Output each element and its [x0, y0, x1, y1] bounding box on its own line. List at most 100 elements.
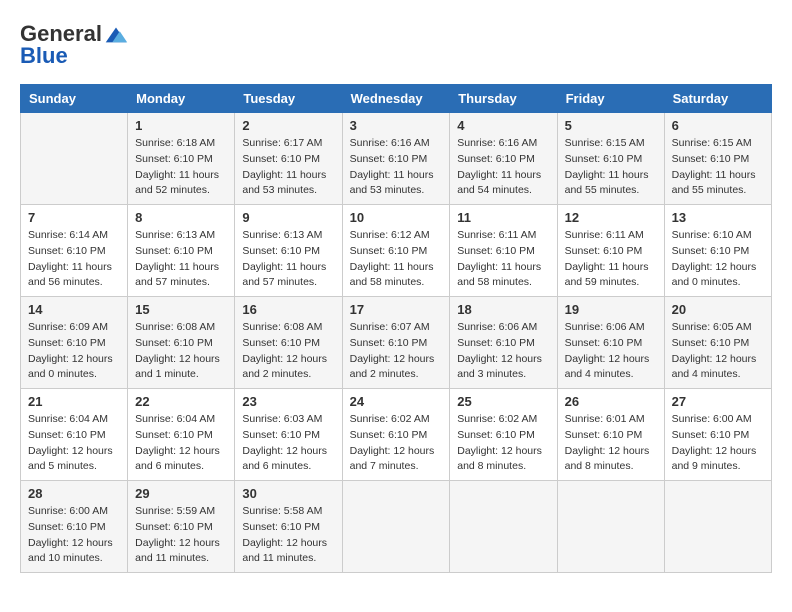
day-number: 16	[242, 302, 334, 317]
header-saturday: Saturday	[664, 85, 771, 113]
day-info: Sunrise: 6:16 AMSunset: 6:10 PMDaylight:…	[457, 136, 549, 199]
day-info: Sunrise: 6:11 AMSunset: 6:10 PMDaylight:…	[457, 228, 549, 291]
day-info: Sunrise: 6:04 AMSunset: 6:10 PMDaylight:…	[135, 412, 227, 475]
day-info: Sunrise: 5:59 AMSunset: 6:10 PMDaylight:…	[135, 504, 227, 567]
day-info: Sunrise: 6:17 AMSunset: 6:10 PMDaylight:…	[242, 136, 334, 199]
day-cell: 14 Sunrise: 6:09 AMSunset: 6:10 PMDayligh…	[21, 297, 128, 389]
calendar-table: SundayMondayTuesdayWednesdayThursdayFrid…	[20, 84, 772, 573]
day-number: 14	[28, 302, 120, 317]
day-number: 3	[350, 118, 443, 133]
day-number: 10	[350, 210, 443, 225]
day-info: Sunrise: 6:18 AMSunset: 6:10 PMDaylight:…	[135, 136, 227, 199]
day-info: Sunrise: 6:13 AMSunset: 6:10 PMDaylight:…	[135, 228, 227, 291]
day-info: Sunrise: 6:06 AMSunset: 6:10 PMDaylight:…	[457, 320, 549, 383]
day-number: 19	[565, 302, 657, 317]
day-number: 21	[28, 394, 120, 409]
day-number: 30	[242, 486, 334, 501]
day-cell: 29 Sunrise: 5:59 AMSunset: 6:10 PMDayligh…	[128, 481, 235, 573]
day-cell: 9 Sunrise: 6:13 AMSunset: 6:10 PMDaylight…	[235, 205, 342, 297]
header-monday: Monday	[128, 85, 235, 113]
day-number: 20	[672, 302, 764, 317]
header-thursday: Thursday	[450, 85, 557, 113]
day-number: 12	[565, 210, 657, 225]
day-info: Sunrise: 6:12 AMSunset: 6:10 PMDaylight:…	[350, 228, 443, 291]
day-cell: 28Sunrise: 6:00 AMSunset: 6:10 PMDayligh…	[21, 481, 128, 573]
day-cell: 7Sunrise: 6:14 AMSunset: 6:10 PMDaylight…	[21, 205, 128, 297]
day-info: Sunrise: 6:02 AMSunset: 6:10 PMDaylight:…	[350, 412, 443, 475]
day-info: Sunrise: 6:02 AMSunset: 6:10 PMDaylight:…	[457, 412, 549, 475]
day-cell: 23 Sunrise: 6:03 AMSunset: 6:10 PMDayligh…	[235, 389, 342, 481]
day-cell: 18 Sunrise: 6:06 AMSunset: 6:10 PMDayligh…	[450, 297, 557, 389]
day-number: 17	[350, 302, 443, 317]
day-info: Sunrise: 6:16 AMSunset: 6:10 PMDaylight:…	[350, 136, 443, 199]
day-cell: 16 Sunrise: 6:08 AMSunset: 6:10 PMDayligh…	[235, 297, 342, 389]
day-cell	[450, 481, 557, 573]
header-sunday: Sunday	[21, 85, 128, 113]
day-info: Sunrise: 6:06 AMSunset: 6:10 PMDaylight:…	[565, 320, 657, 383]
day-number: 2	[242, 118, 334, 133]
day-info: Sunrise: 6:04 AMSunset: 6:10 PMDaylight:…	[28, 412, 120, 475]
day-info: Sunrise: 5:58 AMSunset: 6:10 PMDaylight:…	[242, 504, 334, 567]
day-info: Sunrise: 6:01 AMSunset: 6:10 PMDaylight:…	[565, 412, 657, 475]
day-number: 18	[457, 302, 549, 317]
day-info: Sunrise: 6:03 AMSunset: 6:10 PMDaylight:…	[242, 412, 334, 475]
week-row-2: 7Sunrise: 6:14 AMSunset: 6:10 PMDaylight…	[21, 205, 772, 297]
day-number: 13	[672, 210, 764, 225]
day-info: Sunrise: 6:07 AMSunset: 6:10 PMDaylight:…	[350, 320, 443, 383]
day-number: 22	[135, 394, 227, 409]
day-cell	[664, 481, 771, 573]
day-cell: 24 Sunrise: 6:02 AMSunset: 6:10 PMDayligh…	[342, 389, 450, 481]
header-friday: Friday	[557, 85, 664, 113]
logo: General Blue	[20, 20, 130, 68]
day-cell: 17 Sunrise: 6:07 AMSunset: 6:10 PMDayligh…	[342, 297, 450, 389]
day-number: 4	[457, 118, 549, 133]
day-number: 24	[350, 394, 443, 409]
day-cell	[557, 481, 664, 573]
day-cell: 22 Sunrise: 6:04 AMSunset: 6:10 PMDayligh…	[128, 389, 235, 481]
day-cell: 27 Sunrise: 6:00 AMSunset: 6:10 PMDayligh…	[664, 389, 771, 481]
day-info: Sunrise: 6:13 AMSunset: 6:10 PMDaylight:…	[242, 228, 334, 291]
day-cell: 3 Sunrise: 6:16 AMSunset: 6:10 PMDaylight…	[342, 113, 450, 205]
day-number: 6	[672, 118, 764, 133]
day-number: 29	[135, 486, 227, 501]
header-wednesday: Wednesday	[342, 85, 450, 113]
week-row-4: 21 Sunrise: 6:04 AMSunset: 6:10 PMDayligh…	[21, 389, 772, 481]
page-header: General Blue	[20, 20, 772, 68]
logo-blue-text: Blue	[20, 44, 130, 68]
day-info: Sunrise: 6:08 AMSunset: 6:10 PMDaylight:…	[135, 320, 227, 383]
day-cell: 15 Sunrise: 6:08 AMSunset: 6:10 PMDayligh…	[128, 297, 235, 389]
header-tuesday: Tuesday	[235, 85, 342, 113]
day-info: Sunrise: 6:00 AMSunset: 6:10 PMDaylight:…	[672, 412, 764, 475]
day-cell: 25 Sunrise: 6:02 AMSunset: 6:10 PMDayligh…	[450, 389, 557, 481]
day-info: Sunrise: 6:11 AMSunset: 6:10 PMDaylight:…	[565, 228, 657, 291]
day-number: 23	[242, 394, 334, 409]
day-cell: 12 Sunrise: 6:11 AMSunset: 6:10 PMDayligh…	[557, 205, 664, 297]
day-info: Sunrise: 6:00 AMSunset: 6:10 PMDaylight:…	[28, 504, 120, 567]
day-cell: 10 Sunrise: 6:12 AMSunset: 6:10 PMDayligh…	[342, 205, 450, 297]
day-number: 11	[457, 210, 549, 225]
day-cell: 13Sunrise: 6:10 AMSunset: 6:10 PMDayligh…	[664, 205, 771, 297]
day-number: 25	[457, 394, 549, 409]
day-cell: 11 Sunrise: 6:11 AMSunset: 6:10 PMDayligh…	[450, 205, 557, 297]
day-info: Sunrise: 6:15 AMSunset: 6:10 PMDaylight:…	[565, 136, 657, 199]
day-cell: 21 Sunrise: 6:04 AMSunset: 6:10 PMDayligh…	[21, 389, 128, 481]
day-cell	[21, 113, 128, 205]
day-cell: 8Sunrise: 6:13 AMSunset: 6:10 PMDaylight…	[128, 205, 235, 297]
day-cell: 6 Sunrise: 6:15 AMSunset: 6:10 PMDaylight…	[664, 113, 771, 205]
day-number: 27	[672, 394, 764, 409]
day-info: Sunrise: 6:09 AMSunset: 6:10 PMDaylight:…	[28, 320, 120, 383]
day-info: Sunrise: 6:15 AMSunset: 6:10 PMDaylight:…	[672, 136, 764, 199]
day-cell	[342, 481, 450, 573]
day-info: Sunrise: 6:05 AMSunset: 6:10 PMDaylight:…	[672, 320, 764, 383]
day-cell: 30 Sunrise: 5:58 AMSunset: 6:10 PMDayligh…	[235, 481, 342, 573]
day-info: Sunrise: 6:08 AMSunset: 6:10 PMDaylight:…	[242, 320, 334, 383]
week-row-3: 14 Sunrise: 6:09 AMSunset: 6:10 PMDayligh…	[21, 297, 772, 389]
day-cell: 4 Sunrise: 6:16 AMSunset: 6:10 PMDaylight…	[450, 113, 557, 205]
day-cell: 26Sunrise: 6:01 AMSunset: 6:10 PMDayligh…	[557, 389, 664, 481]
day-number: 9	[242, 210, 334, 225]
logo-container: General Blue	[20, 20, 130, 68]
day-number: 15	[135, 302, 227, 317]
day-cell: 19 Sunrise: 6:06 AMSunset: 6:10 PMDayligh…	[557, 297, 664, 389]
day-cell: 5Sunrise: 6:15 AMSunset: 6:10 PMDaylight…	[557, 113, 664, 205]
day-cell: 20 Sunrise: 6:05 AMSunset: 6:10 PMDayligh…	[664, 297, 771, 389]
